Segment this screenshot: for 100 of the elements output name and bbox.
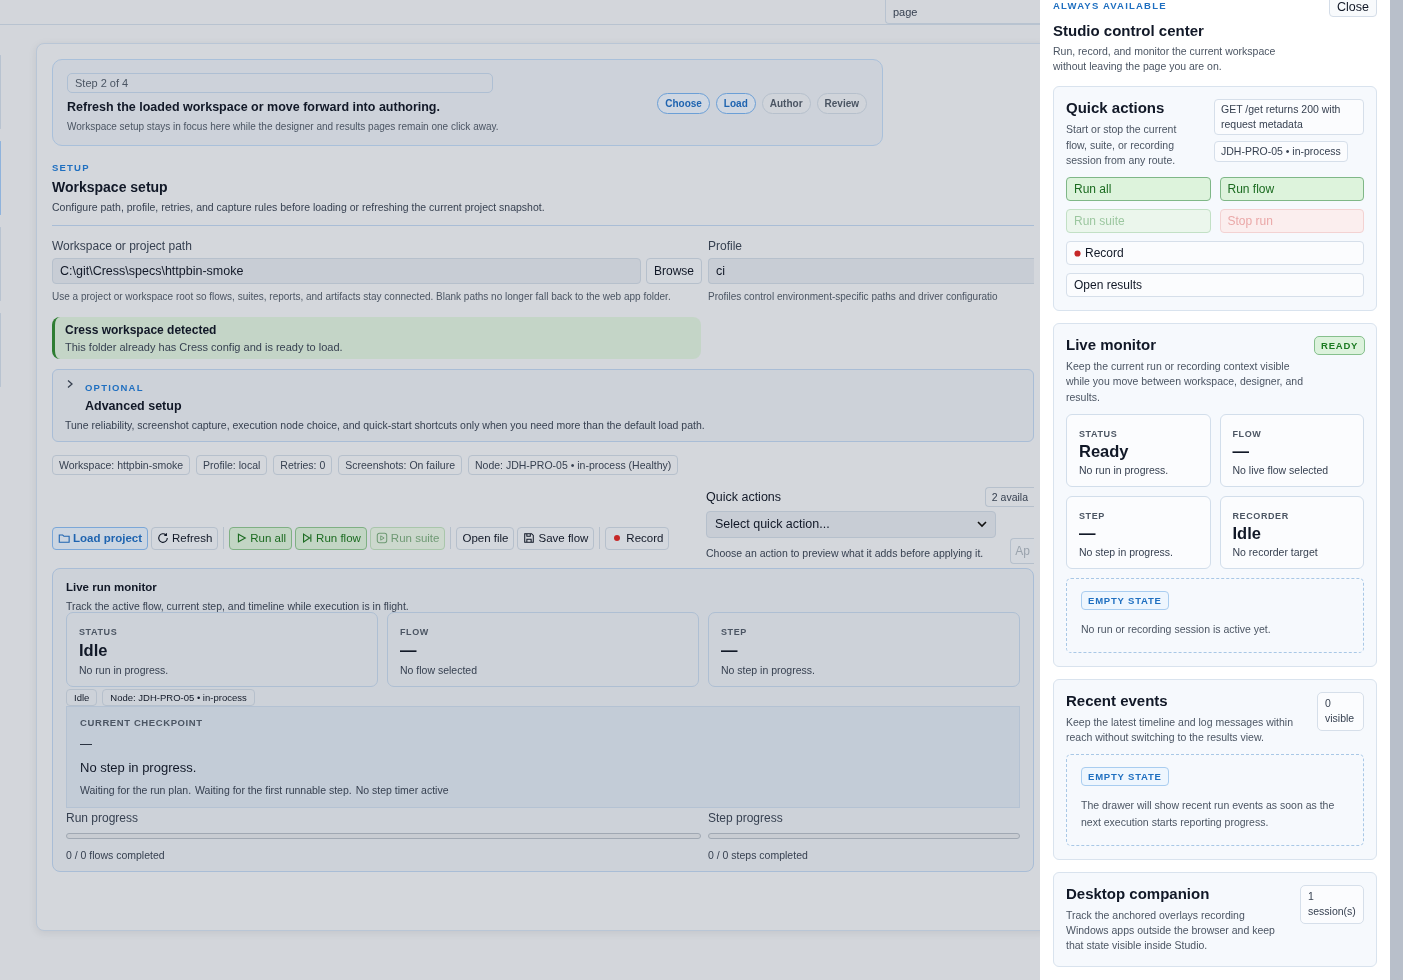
toolbar-button[interactable]: Open file	[456, 526, 515, 550]
stat-label: STEP	[721, 626, 748, 637]
checkpoint-label: CURRENT CHECKPOINT	[80, 716, 204, 728]
stat-note: No step in progress.	[721, 663, 816, 676]
toolbar-button[interactable]: Run all	[229, 526, 293, 550]
toolbar-button[interactable]: Load project	[52, 526, 148, 550]
status-tag: Idle	[66, 688, 98, 706]
summary-chip: Screenshots: On failure	[338, 454, 462, 475]
action-button[interactable]: Open results	[1066, 273, 1364, 298]
quick-action-select[interactable]: Select quick action...	[706, 510, 996, 538]
checkpoint-note: Waiting for the first runnable step.	[195, 783, 352, 796]
stat-note: No run in progress.	[79, 663, 170, 676]
checkpoint-title: No step in progress.	[80, 759, 198, 775]
stepper-title: Refresh the loaded workspace or move forward into authoring.	[67, 100, 441, 114]
card-description: Keep the latest timeline and log messages within reach without switching to the results view.	[1066, 714, 1295, 745]
stat-label: STATUS	[1079, 428, 1119, 439]
drawer-description: Run, record, and monitor the current workspace without leaving the page you are on.	[1053, 44, 1277, 75]
play-icon	[375, 532, 388, 544]
stat-note: No live flow selected	[1232, 463, 1330, 476]
drawer-eyebrow: ALWAYS AVAILABLE	[1053, 0, 1167, 11]
caret-icon[interactable]	[977, 520, 987, 528]
section-description: Tune reliability, screenshot capture, execution node choice, and quick-start shortcuts only when you need more than the default load path.	[65, 418, 706, 431]
stat-value: —	[1232, 441, 1250, 461]
progress-caption: 0 / 0 steps completed	[708, 848, 809, 861]
step-pill[interactable]: Author	[761, 93, 811, 114]
browse-button[interactable]: Browse	[646, 258, 702, 284]
help-text: Profiles control environment-specific paths and driver configuratio	[708, 290, 999, 304]
stat-note: No flow selected	[400, 663, 479, 676]
status-badge: READY	[1314, 336, 1366, 356]
summary-chip: Workspace: httpbin-smoke	[52, 454, 191, 475]
empty-state-badge: EMPTY STATE	[1081, 590, 1169, 610]
stat-label: RECORDER	[1232, 510, 1290, 521]
stat-label: FLOW	[1232, 428, 1263, 439]
card-description: Keep the current run or recording context visible while you move between workspace, designer, and results.	[1066, 359, 1304, 405]
help-text: Use a project or workspace root so flows, suites, reports, and artifacts stay connected. Blank paths no longer fall back to the web app folder.	[52, 290, 672, 304]
info-badge: GET /get returns 200 with request metadata	[1214, 99, 1364, 135]
play-icon	[235, 532, 248, 544]
empty-state-text: No run or recording session is active yet.	[1081, 621, 1271, 637]
scrollbar[interactable]	[1390, 0, 1403, 980]
section-eyebrow: OPTIONAL	[85, 381, 145, 393]
stat-note: No run in progress.	[1079, 463, 1170, 476]
help-text: Choose an action to preview what it adds before applying it.	[706, 546, 984, 559]
section-title: Advanced setup	[85, 398, 182, 413]
card-description: Start or stop the current flow, suite, or recording session from any route.	[1066, 122, 1178, 168]
count-badge: 2 availa	[984, 486, 1034, 507]
section-description: Configure path, profile, retries, and capture rules before loading or refreshing the current project snapshot.	[52, 201, 546, 213]
profile-field[interactable]: ci	[708, 258, 1034, 284]
folder-icon	[58, 532, 70, 544]
card-title: Recent events	[1066, 691, 1169, 709]
action-button[interactable]: Run all	[1066, 177, 1211, 202]
action-button[interactable]: Run flow	[1219, 177, 1364, 202]
stat-value: Idle	[1232, 523, 1262, 543]
toolbar-button[interactable]: Record	[605, 526, 670, 550]
checkpoint-value: —	[80, 736, 93, 751]
refresh-icon	[157, 532, 169, 544]
progress-label: Run progress	[66, 810, 140, 825]
step-forward-icon	[301, 532, 314, 544]
card-description: Track the anchored overlays recording Windows apps outside the browser and keep that state visible inside Studio.	[1066, 907, 1276, 953]
section-title: Workspace setup	[52, 179, 169, 195]
toolbar-button[interactable]: Save flow	[517, 526, 595, 550]
field-label: Profile	[708, 239, 743, 253]
toolbar-button[interactable]: Refresh	[151, 526, 219, 550]
save-icon	[523, 532, 536, 544]
progress-caption: 0 / 0 flows completed	[66, 848, 166, 861]
info-badge: JDH-PRO-05 • in-process	[1214, 140, 1348, 162]
alert-text: This folder already has Cress config and is ready to load.	[65, 340, 344, 353]
stat-note: No step in progress.	[1079, 545, 1174, 558]
alert-title: Cress workspace detected	[65, 322, 218, 337]
advanced-panel[interactable]: OPTIONAL Advanced setup Tune reliability, screenshot capture, execution node choice, and quick-start shortcuts only when you need more than the default load path.	[52, 368, 1034, 442]
toolbar-button[interactable]: Run flow	[295, 526, 367, 550]
step-pill[interactable]: Choose	[657, 93, 710, 114]
stat-value: —	[400, 640, 418, 660]
summary-chip: Node: JDH-PRO-05 • in-process (Healthy)	[468, 454, 679, 475]
summary-chip: Retries: 0	[273, 454, 333, 475]
field-label: Quick actions	[706, 489, 782, 504]
drawer-title: Studio control center	[1053, 22, 1205, 39]
stat-note: No recorder target	[1232, 545, 1319, 558]
empty-state-text: The drawer will show recent run events as soon as the next execution starts reporting progress.	[1081, 798, 1336, 830]
stat-label: FLOW	[400, 626, 430, 637]
section-eyebrow: SETUP	[52, 162, 91, 173]
count-badge: 0 visible	[1317, 691, 1364, 732]
status-tag: Node: JDH-PRO-05 • in-process	[102, 688, 255, 706]
count-badge: 1 session(s)	[1300, 884, 1364, 925]
field-label: Workspace or project path	[52, 239, 193, 253]
checkpoint-note: Waiting for the run plan.	[80, 783, 192, 796]
chevron-icon[interactable]	[65, 378, 75, 389]
action-button[interactable]: Record	[1066, 241, 1364, 266]
step-indicator: Step 2 of 4	[67, 73, 493, 93]
path-field[interactable]: C:\git\Cress\specs\httpbin-smoke	[52, 258, 641, 284]
stat-value: —	[721, 640, 739, 660]
close-button[interactable]: Close	[1329, 0, 1377, 17]
step-pill[interactable]: Review	[816, 93, 867, 114]
panel-description: Track the active flow, current step, and timeline while execution is in flight.	[66, 599, 410, 612]
stat-value: —	[1079, 523, 1097, 543]
step-pill[interactable]: Load	[715, 93, 756, 114]
card-title: Desktop companion	[1066, 884, 1211, 902]
checkpoint-note: No step timer active	[355, 783, 449, 796]
card-title: Live monitor	[1066, 336, 1157, 354]
empty-state-badge: EMPTY STATE	[1081, 767, 1169, 786]
summary-chip: Profile: local	[196, 454, 268, 475]
